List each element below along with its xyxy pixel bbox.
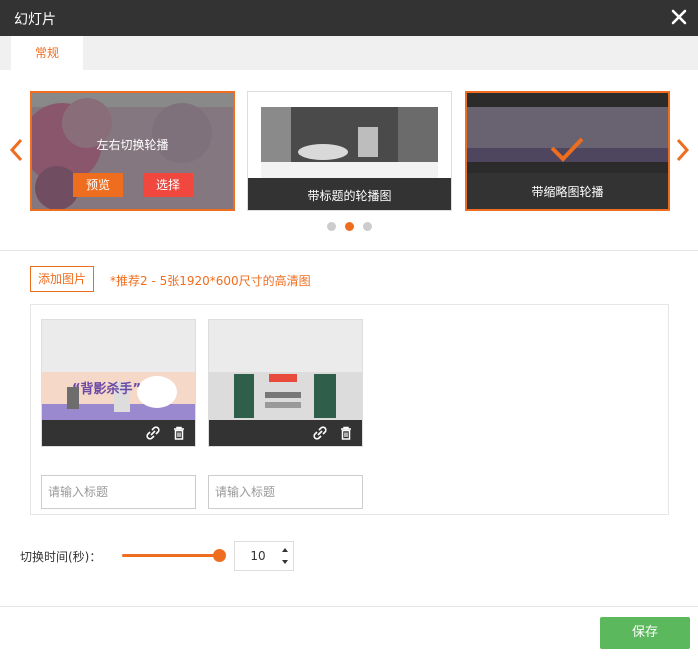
interval-stepper[interactable]: 10 <box>234 541 294 571</box>
interval-slider[interactable] <box>122 549 226 563</box>
divider <box>0 606 698 607</box>
template-card-titled[interactable]: 带标题的轮播图 <box>247 91 452 211</box>
preview-button[interactable]: 预览 <box>73 173 123 197</box>
link-icon[interactable] <box>145 425 161 441</box>
template-label: 左右切换轮播 <box>96 138 169 152</box>
banner-text: “背影杀手” <box>72 382 142 397</box>
image-title-input[interactable] <box>208 475 363 509</box>
image-size-hint: *推荐2 - 5张1920*600尺寸的高清图 <box>110 274 311 288</box>
banner-image <box>209 372 362 420</box>
trash-icon[interactable] <box>171 425 187 441</box>
select-button[interactable]: 选择 <box>143 173 193 197</box>
dialog-title: 幻灯片 <box>14 12 56 28</box>
carousel-dot-active[interactable] <box>345 222 354 231</box>
save-button[interactable]: 保存 <box>600 617 690 649</box>
image-action-bar <box>209 420 362 446</box>
tab-general[interactable]: 常规 <box>11 36 83 70</box>
dialog-titlebar: 幻灯片 <box>0 0 698 36</box>
interval-label: 切换时间(秒)： <box>20 550 102 564</box>
template-label: 带缩略图轮播 <box>531 185 604 199</box>
image-thumbnail <box>208 319 363 447</box>
template-label: 带标题的轮播图 <box>307 189 392 203</box>
carousel-pagination <box>327 222 377 232</box>
link-icon[interactable] <box>312 425 328 441</box>
image-item: “背影杀手” <box>41 319 196 509</box>
image-title-input[interactable] <box>41 475 196 509</box>
slider-track <box>122 554 222 557</box>
caret-down-icon[interactable] <box>279 556 291 569</box>
tab-bar: 常规 <box>0 36 698 70</box>
divider <box>0 250 698 251</box>
template-card-slide[interactable]: 左右切换轮播 预览 选择 <box>30 91 235 211</box>
template-card-thumbnail[interactable]: 带缩略图轮播 <box>465 91 670 211</box>
chevron-right-icon[interactable] <box>676 137 690 163</box>
carousel-dot[interactable] <box>363 222 372 231</box>
image-action-bar <box>42 420 195 446</box>
slider-handle[interactable] <box>213 549 226 562</box>
close-icon[interactable] <box>668 6 690 28</box>
interval-value[interactable]: 10 <box>235 542 281 570</box>
chevron-left-icon[interactable] <box>9 137 23 163</box>
image-thumbnail: “背影杀手” <box>41 319 196 447</box>
checkmark-icon <box>550 137 584 162</box>
caret-up-icon[interactable] <box>279 543 291 556</box>
image-item <box>208 319 363 509</box>
add-image-button[interactable]: 添加图片 <box>30 266 94 292</box>
image-list: “背影杀手” <box>30 304 669 515</box>
trash-icon[interactable] <box>338 425 354 441</box>
carousel-dot[interactable] <box>327 222 336 231</box>
